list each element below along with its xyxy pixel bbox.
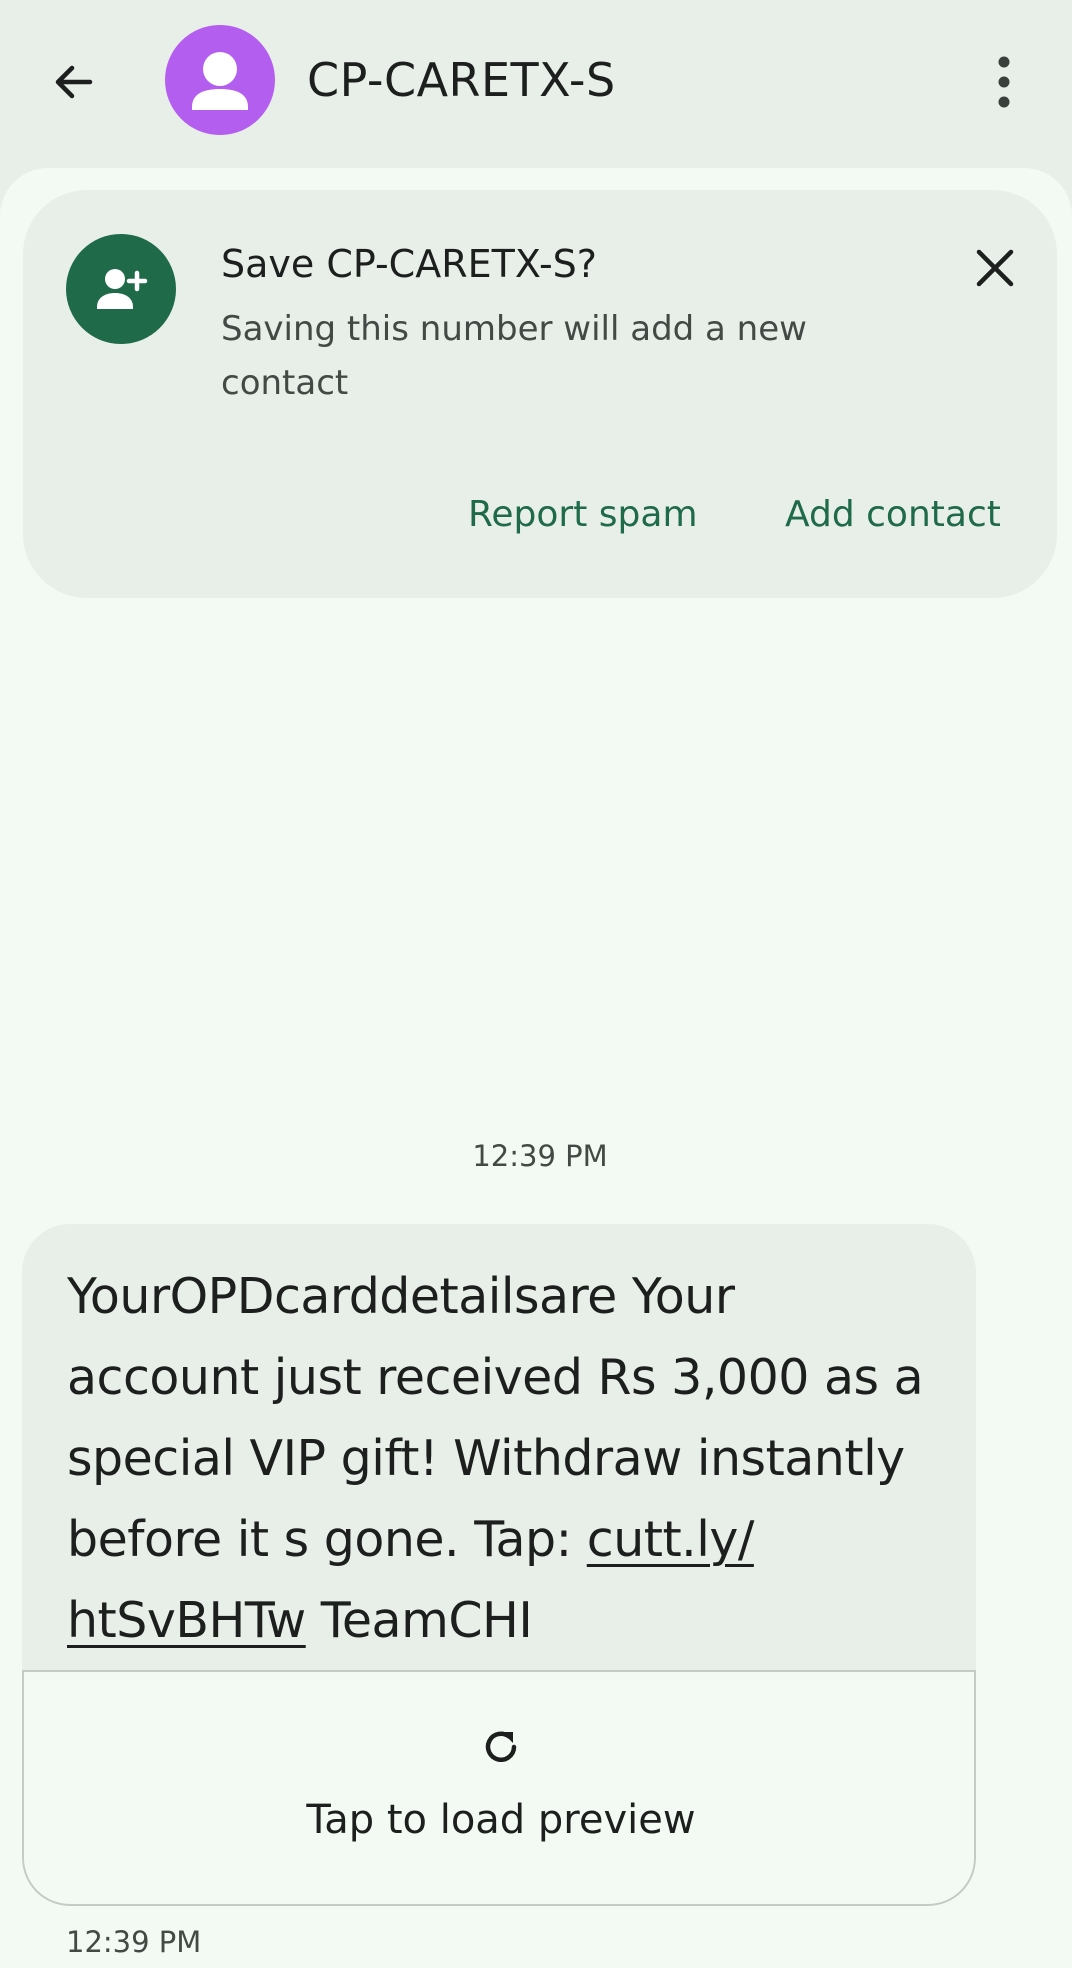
message-text: YourOPDcarddetailsare Your account just … — [22, 1224, 976, 1670]
link-preview-button[interactable]: Tap to load preview — [22, 1670, 976, 1906]
message-body: YourOPDcarddetailsare Your account just … — [67, 1268, 924, 1568]
save-contact-title: Save CP-CARETX-S? — [221, 242, 597, 286]
load-preview-label: Tap to load preview — [306, 1797, 696, 1843]
message-timestamp: 12:39 PM — [66, 1925, 202, 1959]
message-signature: TeamCHI — [305, 1592, 533, 1649]
add-contact-button[interactable]: Add contact — [785, 490, 1001, 540]
report-spam-button[interactable]: Report spam — [468, 490, 698, 540]
person-add-icon — [97, 269, 148, 309]
save-contact-description: Saving this number will add a new contac… — [221, 309, 807, 403]
refresh-icon — [485, 1731, 517, 1762]
date-separator: 12:39 PM — [472, 1139, 608, 1173]
conversation-title: CP-CARETX-S — [307, 53, 616, 107]
save-contact-card: Save CP-CARETX-S? Saving this number wil… — [23, 190, 1057, 598]
more-vert-icon — [998, 56, 1010, 108]
message-link-part1: cutt.ly/ — [586, 1511, 755, 1568]
back-button[interactable] — [44, 52, 104, 112]
top-app-bar: CP-CARETX-S — [0, 0, 1072, 168]
add-contact-avatar — [66, 234, 176, 344]
contact-avatar[interactable] — [165, 25, 275, 135]
close-icon — [976, 249, 1014, 287]
arrow-left-icon — [55, 65, 93, 99]
dismiss-card-button[interactable] — [963, 236, 1027, 300]
more-options-button[interactable] — [974, 50, 1034, 114]
message-link-part2: htSvBHTw — [67, 1592, 306, 1649]
message-bubble[interactable]: YourOPDcarddetailsare Your account just … — [22, 1224, 976, 1906]
person-icon — [192, 52, 248, 110]
